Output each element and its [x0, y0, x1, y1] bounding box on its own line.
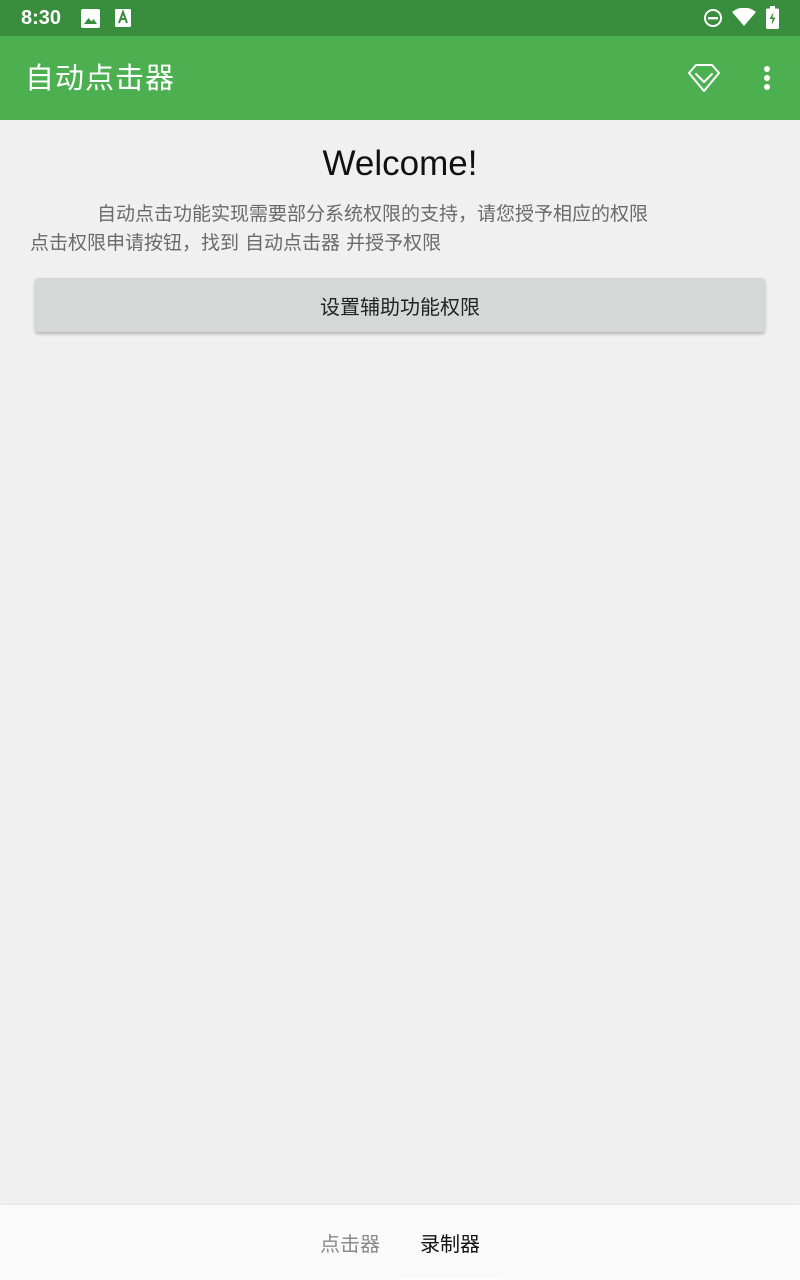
- wifi-icon: [732, 8, 756, 26]
- description-line-1: 自动点击功能实现需要部分系统权限的支持，请您授予相应的权限: [97, 203, 649, 225]
- accessibility-permission-button[interactable]: 设置辅助功能权限: [35, 278, 765, 332]
- description-line-2: 点击权限申请按钮，找到 自动点击器 并授予权限: [30, 232, 442, 254]
- app-bar: 自动点击器: [0, 36, 800, 120]
- permission-description: 自动点击功能实现需要部分系统权限的支持，请您授予相应的权限 点击权限申请按钮，找…: [30, 200, 770, 258]
- tab-recorder-label: 录制器: [420, 1232, 480, 1256]
- tab-clicker[interactable]: 点击器: [300, 1205, 400, 1280]
- image-icon: [81, 9, 100, 28]
- do-not-disturb-icon: [704, 9, 722, 27]
- screen: 8:30 自动点击器 Welcome! 自动点击功能实现需要部分系统权限的支持，…: [0, 0, 800, 1280]
- app-title: 自动点击器: [25, 61, 176, 95]
- status-bar: 8:30: [0, 0, 800, 36]
- battery-charging-icon: [766, 6, 779, 29]
- more-vert-icon[interactable]: [760, 65, 774, 93]
- status-time: 8:30: [21, 7, 62, 29]
- bottom-tab-bar: 点击器 录制器: [0, 1205, 800, 1280]
- welcome-title: Welcome!: [322, 144, 478, 183]
- diamond-icon[interactable]: [687, 62, 721, 94]
- tab-recorder[interactable]: 录制器: [400, 1205, 500, 1280]
- font-a-icon: [115, 9, 131, 27]
